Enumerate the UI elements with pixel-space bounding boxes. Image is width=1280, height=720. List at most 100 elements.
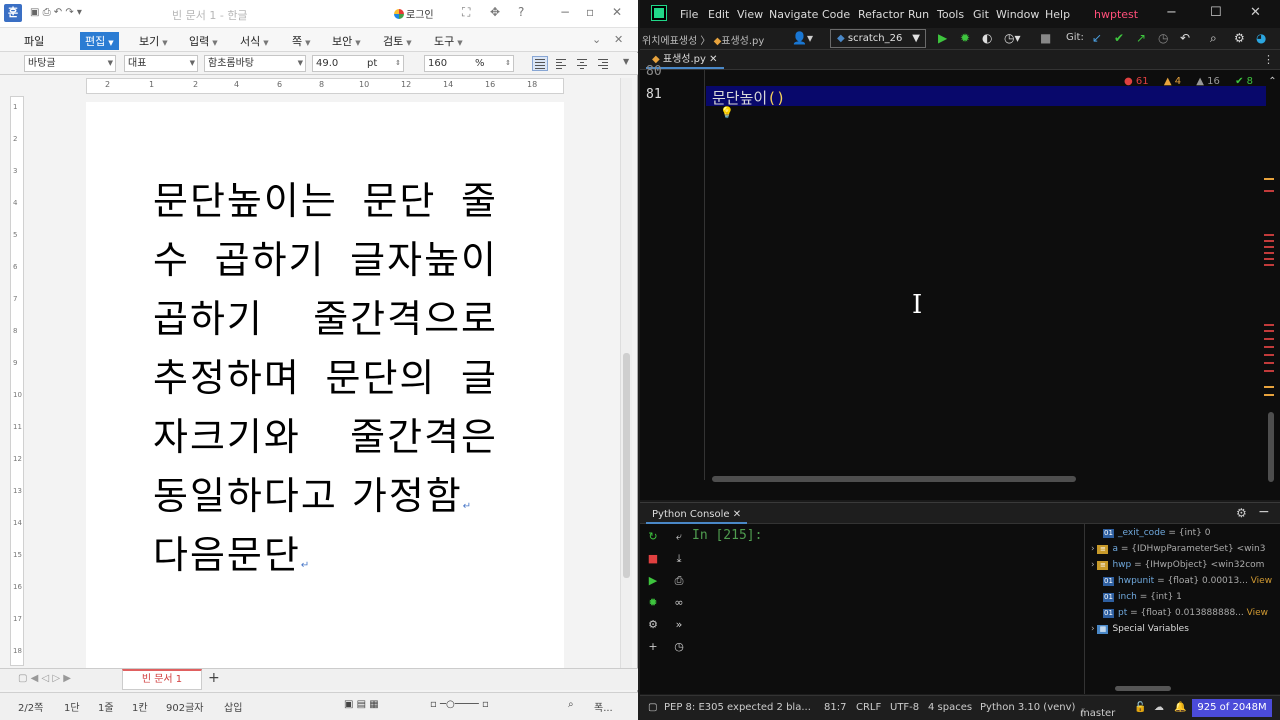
view-link[interactable]: View (1251, 576, 1272, 586)
zoom-slider[interactable]: ▫ ─○──── ▫ (430, 699, 489, 710)
hide-panel-icon[interactable]: − (1258, 504, 1270, 520)
minimize-icon[interactable]: − (560, 5, 570, 19)
profile-icon[interactable]: ◷▾ (1004, 31, 1021, 45)
toolbar-more-icon[interactable]: ▼ (623, 57, 629, 66)
view-mode-icons[interactable]: ▣ ▤ ▦ (344, 699, 379, 710)
document-scrollbar[interactable] (620, 78, 632, 668)
pycharm-logo-icon[interactable] (651, 5, 667, 21)
menu-tools[interactable]: 도구 ▼ (434, 33, 463, 49)
quick-access-icons[interactable]: ▣ ⎙ ↶ ↷ ▾ (30, 7, 82, 18)
code-editor[interactable]: 80 81 문단높이() 💡 ● 61 ▲ 4 ▲ 16 ✔ 8 ⌃ ⌄ I (640, 64, 1280, 500)
more-icon[interactable]: ⋮ (1263, 53, 1274, 66)
code-line[interactable]: 문단높이() (712, 87, 785, 108)
caret-position[interactable]: 81:7 (824, 702, 846, 713)
menu-window[interactable]: Window (996, 8, 1039, 21)
settings-icon[interactable]: ⚙ (1234, 31, 1245, 45)
minimize-icon[interactable]: − (1166, 5, 1177, 20)
menu-security[interactable]: 보안 ▼ (332, 33, 361, 49)
status-message[interactable]: PEP 8: E305 expected 2 bla... (664, 702, 811, 713)
menu-view[interactable]: View (737, 8, 763, 21)
close-icon[interactable]: ✕ (1250, 5, 1261, 20)
lock-icon[interactable]: 🔓 (1134, 702, 1146, 713)
menu-file[interactable]: File (680, 8, 698, 21)
variable-row[interactable]: 01 pt = {float} 0.013888888... View (1103, 608, 1268, 618)
style-select[interactable]: 바탕글 ▼ (24, 55, 116, 72)
menu-file[interactable]: 파일 (24, 33, 44, 49)
stop-icon[interactable]: ■ (1040, 31, 1051, 45)
python-console[interactable]: ↻ ■ ▶ ✹ ⚙ + ⤶ ⤓ ⎙ ∞ » ◷ In [215]: 01 _exi… (640, 524, 1280, 694)
file-encoding[interactable]: UTF-8 (890, 702, 919, 713)
menu-insert[interactable]: 입력 ▼ (189, 33, 218, 49)
run-config-select[interactable]: ◆ scratch_26 ▼ (830, 29, 926, 48)
stop-icon[interactable]: ■ (644, 552, 662, 565)
align-right-icon[interactable] (595, 56, 611, 71)
menu-navigate[interactable]: Navigate (769, 8, 818, 21)
menu-edit[interactable]: 편집 ▼ (80, 32, 119, 50)
debug-icon[interactable]: ✹ (644, 596, 662, 609)
hwp-logo-icon[interactable]: 훈 (4, 4, 22, 22)
print-icon[interactable]: ⎙ (670, 574, 688, 588)
menu-view[interactable]: 보기 ▼ (139, 33, 168, 49)
editor-horizontal-scrollbar[interactable] (712, 476, 1076, 482)
notifications-icon[interactable]: 🔔 (1174, 702, 1186, 713)
line-spacing-input[interactable]: 160% ⇕ (424, 55, 514, 72)
menu-page[interactable]: 쪽 ▼ (292, 33, 311, 49)
variable-row[interactable]: 01 inch = {int} 1 (1103, 592, 1182, 602)
menu-tools[interactable]: Tools (937, 8, 964, 21)
close-tab-icon[interactable]: ✕ (733, 509, 741, 520)
close-tab-icon[interactable]: ✕ (709, 54, 717, 65)
show-variables-icon[interactable]: ∞ (670, 596, 688, 609)
font-size-input[interactable]: 49.0 pt ⇕ (312, 55, 404, 72)
variables-scrollbar[interactable] (1115, 686, 1171, 691)
fullscreen-icon[interactable]: ⛶ (462, 5, 470, 20)
panel-toggle-icon[interactable]: ▢ (648, 702, 657, 713)
execute-icon[interactable]: » (670, 618, 688, 631)
history-icon[interactable]: ◷ (1158, 31, 1168, 45)
variable-row[interactable]: 01 _exit_code = {int} 0 (1103, 528, 1211, 538)
indent-setting[interactable]: 4 spaces (928, 702, 972, 713)
horizontal-ruler[interactable]: 2 1 2 4 6 8 10 12 14 16 18 (86, 78, 564, 94)
run-icon[interactable]: ▶ (938, 31, 947, 45)
layout-icon[interactable]: ✥ (490, 5, 500, 19)
lightbulb-icon[interactable]: 💡 (720, 106, 734, 119)
menu-git[interactable]: Git (973, 8, 989, 21)
menu-format[interactable]: 서식 ▼ (240, 33, 269, 49)
scroll-to-end-icon[interactable]: ⤓ (670, 552, 688, 566)
menu-edit[interactable]: Edit (708, 8, 729, 21)
view-link[interactable]: View (1247, 608, 1268, 618)
variable-row[interactable]: 01 hwpunit = {float} 0.00013... View (1103, 576, 1272, 586)
git-push-icon[interactable]: ↗ (1136, 31, 1146, 45)
align-left-icon[interactable] (553, 56, 569, 71)
python-interpreter[interactable]: Python 3.10 (venv) (980, 702, 1075, 713)
font-language-select[interactable]: 대표 ▼ (124, 55, 198, 72)
maximize-icon[interactable]: ▫ (586, 5, 594, 19)
plugin-icon[interactable]: ◕ (1256, 31, 1266, 45)
run-icon[interactable]: ▶ (644, 574, 662, 587)
settings-icon[interactable]: ⚙ (1236, 506, 1247, 520)
tab-python-console[interactable]: Python Console ✕ (646, 505, 748, 524)
git-commit-icon[interactable]: ✔ (1114, 31, 1124, 45)
soft-wrap-icon[interactable]: ⤶ (670, 530, 688, 544)
rerun-icon[interactable]: ↻ (644, 530, 662, 543)
menu-review[interactable]: 검토 ▼ (383, 33, 412, 49)
ribbon-close-icon[interactable]: ✕ (614, 33, 623, 46)
menu-run[interactable]: Run (908, 8, 929, 21)
search-icon[interactable]: ⌕ (1210, 31, 1217, 46)
add-tab-icon[interactable]: + (208, 670, 220, 686)
coverage-icon[interactable]: ◐ (982, 31, 992, 45)
editor-vertical-scrollbar[interactable] (1268, 412, 1274, 482)
user-icon[interactable]: 👤▾ (792, 31, 813, 45)
variable-row[interactable]: › ▦ Special Variables (1091, 624, 1189, 634)
collapse-ribbon-icon[interactable]: ⌄ (592, 33, 601, 46)
breadcrumb[interactable]: 위치에표생성 〉 ◆표생성.py (642, 32, 764, 47)
font-name-select[interactable]: 함초롬바탕 ▼ (204, 55, 306, 72)
close-icon[interactable]: ✕ (612, 5, 622, 19)
menu-refactor[interactable]: Refactor (858, 8, 904, 21)
login-button[interactable]: 로그인 (394, 6, 434, 21)
menu-code[interactable]: Code (822, 8, 850, 21)
editor-gutter[interactable]: 80 81 (640, 64, 705, 480)
scrollbar-thumb[interactable] (623, 353, 630, 578)
variables-panel[interactable]: 01 _exit_code = {int} 0 › ≡ a = {IDHwpPara… (1084, 524, 1280, 694)
variable-row[interactable]: › ≡ a = {IDHwpParameterSet} <win3 (1091, 544, 1265, 554)
help-icon[interactable]: ? (518, 5, 524, 19)
